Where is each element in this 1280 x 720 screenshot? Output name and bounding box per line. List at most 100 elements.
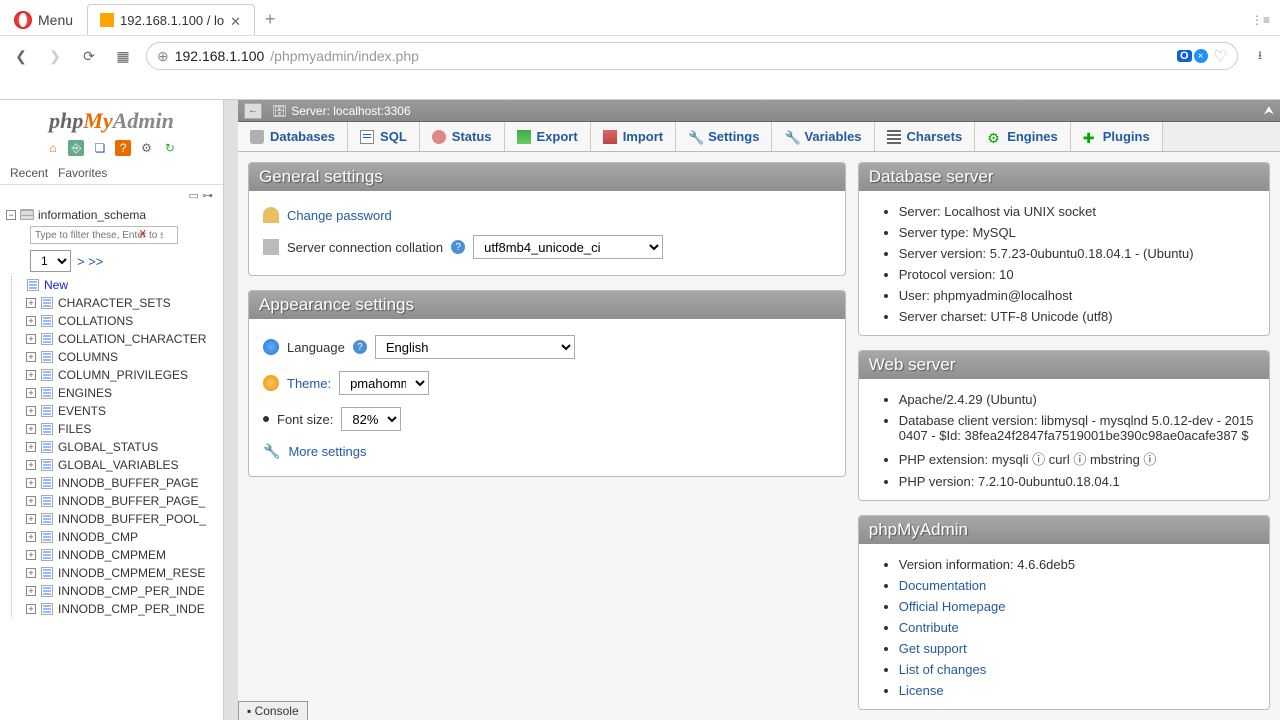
filter-wrapper: X: [30, 227, 178, 241]
tree-table-item[interactable]: +INNODB_BUFFER_PAGE_: [26, 492, 219, 510]
expand-icon[interactable]: +: [26, 496, 36, 506]
new-tab-button[interactable]: +: [255, 4, 285, 35]
font-size-select[interactable]: 82%: [341, 407, 401, 431]
info-link[interactable]: Official Homepage: [899, 596, 1255, 617]
expand-icon[interactable]: +: [26, 370, 36, 380]
info-link[interactable]: License: [899, 680, 1255, 701]
tree-table-item[interactable]: +INNODB_BUFFER_PAGE: [26, 474, 219, 492]
theme-label[interactable]: Theme:: [287, 376, 331, 391]
browser-tab[interactable]: 192.168.1.100 / lo ✕: [87, 4, 255, 35]
tree-table-item[interactable]: +COLLATIONS: [26, 312, 219, 330]
expand-icon[interactable]: +: [26, 316, 36, 326]
expand-icon[interactable]: +: [26, 424, 36, 434]
expand-icon[interactable]: +: [26, 532, 36, 542]
url-field[interactable]: ⊕ 192.168.1.100/phpmyadmin/index.php O ×…: [146, 42, 1238, 70]
tree-table-item[interactable]: +COLUMNS: [26, 348, 219, 366]
browser-menu-button[interactable]: Menu: [0, 4, 87, 35]
info-link[interactable]: Get support: [899, 638, 1255, 659]
help-icon[interactable]: ?: [451, 240, 465, 254]
top-tab-export[interactable]: Export: [505, 122, 591, 151]
collation-select[interactable]: utf8mb4_unicode_ci: [473, 235, 663, 259]
sidebar-mini-icons[interactable]: ▭ ⊶: [0, 185, 223, 206]
tree-table-item[interactable]: +GLOBAL_VARIABLES: [26, 456, 219, 474]
table-name: GLOBAL_STATUS: [58, 440, 158, 454]
expand-icon[interactable]: +: [26, 586, 36, 596]
tree-table-item[interactable]: +ENGINES: [26, 384, 219, 402]
panel-phpmyadmin-info: phpMyAdmin Version information: 4.6.6deb…: [858, 515, 1270, 710]
page-select[interactable]: 1: [30, 250, 71, 272]
theme-select[interactable]: pmahomme: [339, 371, 429, 395]
forward-button[interactable]: ❯: [44, 45, 66, 67]
expand-icon[interactable]: +: [26, 568, 36, 578]
tree-table-item[interactable]: +COLLATION_CHARACTER: [26, 330, 219, 348]
tree-table-item[interactable]: +INNODB_BUFFER_POOL_: [26, 510, 219, 528]
expand-icon[interactable]: +: [26, 514, 36, 524]
expand-icon[interactable]: +: [26, 352, 36, 362]
tree-table-item[interactable]: +INNODB_CMPMEM: [26, 546, 219, 564]
expand-icon[interactable]: +: [26, 334, 36, 344]
expand-icon[interactable]: +: [26, 460, 36, 470]
pager-next[interactable]: > >>: [77, 254, 103, 269]
top-tab-settings[interactable]: 🔧Settings: [676, 122, 772, 151]
change-password-link[interactable]: Change password: [287, 208, 392, 223]
reload-nav-icon[interactable]: ↻: [162, 140, 178, 156]
top-tab-databases[interactable]: Databases: [238, 122, 348, 151]
back-button[interactable]: ❮: [10, 45, 32, 67]
page-settings-icon[interactable]: ⮝: [1264, 103, 1274, 118]
expand-icon[interactable]: +: [26, 550, 36, 560]
tree-table-item[interactable]: +INNODB_CMPMEM_RESE: [26, 564, 219, 582]
collapse-icon[interactable]: −: [6, 210, 16, 220]
console-tab[interactable]: Console: [238, 701, 308, 720]
info-link[interactable]: Contribute: [899, 617, 1255, 638]
expand-icon[interactable]: +: [26, 442, 36, 452]
info-item: User: phpmyadmin@localhost: [899, 285, 1255, 306]
info-item: Protocol version: 10: [899, 264, 1255, 285]
docs-icon[interactable]: ?: [115, 140, 131, 156]
tab-bar-menu-icon[interactable]: ⋮≡: [1251, 4, 1280, 35]
nav-collapse-button[interactable]: ←: [244, 103, 262, 119]
tab-close-icon[interactable]: ✕: [230, 14, 242, 26]
tree-table-item[interactable]: +COLUMN_PRIVILEGES: [26, 366, 219, 384]
top-tab-status[interactable]: Status: [420, 122, 505, 151]
settings-icon[interactable]: ⚙: [139, 140, 155, 156]
info-link[interactable]: List of changes: [899, 659, 1255, 680]
bookmark-heart-icon[interactable]: ♡: [1214, 47, 1227, 65]
more-settings-link[interactable]: More settings: [288, 444, 366, 459]
top-tab-charsets[interactable]: Charsets: [875, 122, 976, 151]
tree-new-item[interactable]: New: [26, 276, 219, 294]
sidebar-tabs: Recent Favorites: [0, 162, 223, 185]
reload-button[interactable]: ⟳: [78, 45, 100, 67]
top-tab-variables[interactable]: 🔧Variables: [772, 122, 874, 151]
expand-icon[interactable]: +: [26, 604, 36, 614]
filter-clear-icon[interactable]: X: [139, 229, 146, 240]
tree-table-item[interactable]: +EVENTS: [26, 402, 219, 420]
home-icon[interactable]: ⌂: [45, 140, 61, 156]
logout-icon[interactable]: ⎆: [68, 140, 84, 156]
top-tab-sql[interactable]: SQL: [348, 122, 420, 151]
expand-icon[interactable]: +: [26, 388, 36, 398]
filter-input[interactable]: [30, 226, 178, 244]
tree-table-item[interactable]: +CHARACTER_SETS: [26, 294, 219, 312]
info-link[interactable]: Documentation: [899, 575, 1255, 596]
tree-table-item[interactable]: +INNODB_CMP_PER_INDE: [26, 582, 219, 600]
tree-table-item[interactable]: +INNODB_CMP: [26, 528, 219, 546]
top-tab-plugins[interactable]: ✚Plugins: [1071, 122, 1163, 151]
query-icon[interactable]: ❏: [92, 140, 108, 156]
phpmyadmin-logo[interactable]: phpMyAdmin: [0, 100, 223, 138]
tab-recent[interactable]: Recent: [10, 166, 48, 180]
downloads-icon[interactable]: ⭳: [1250, 46, 1270, 67]
expand-icon[interactable]: +: [26, 406, 36, 416]
top-tab-engines[interactable]: ⚙Engines: [975, 122, 1071, 151]
tree-table-item[interactable]: + GLOBAL_STATUS: [26, 438, 219, 456]
language-select[interactable]: English: [375, 335, 575, 359]
expand-icon[interactable]: +: [26, 298, 36, 308]
top-tab-import[interactable]: Import: [591, 122, 676, 151]
tree-db-node[interactable]: − information_schema: [4, 206, 219, 224]
tree-table-item[interactable]: +INNODB_CMP_PER_INDE: [26, 600, 219, 618]
expand-icon[interactable]: +: [26, 478, 36, 488]
speed-dial-icon[interactable]: ▦: [112, 45, 134, 67]
sidebar-scrollbar[interactable]: [224, 100, 238, 720]
tab-favorites[interactable]: Favorites: [58, 166, 107, 180]
help-icon[interactable]: ?: [353, 340, 367, 354]
tree-table-item[interactable]: +FILES: [26, 420, 219, 438]
